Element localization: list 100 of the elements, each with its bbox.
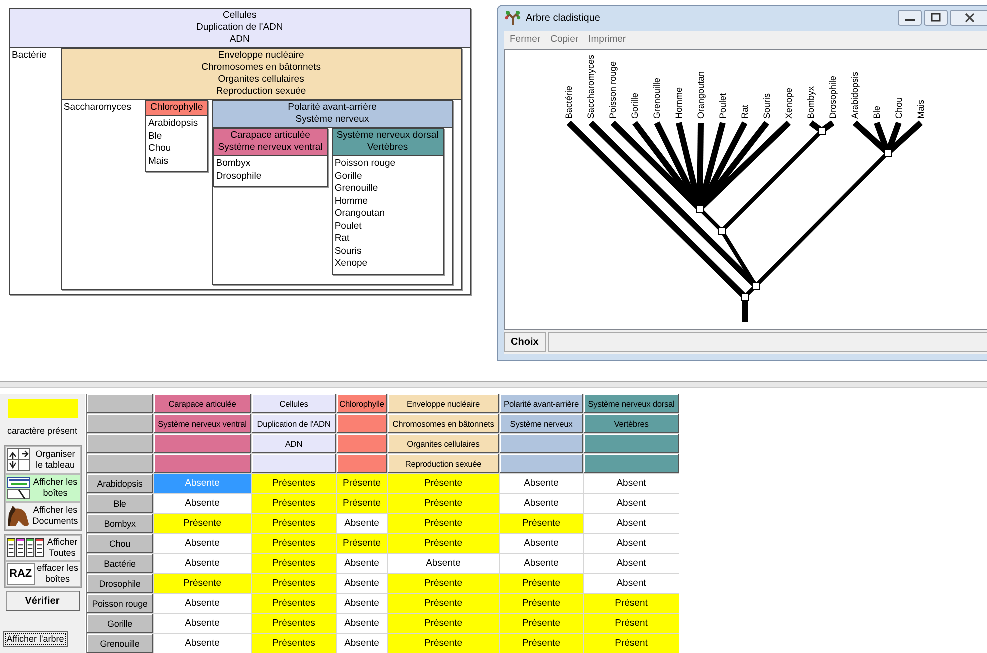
- table-cell[interactable]: Absente: [337, 514, 387, 533]
- window-title: Arbre cladistique: [526, 12, 600, 24]
- show-tree-button[interactable]: Afficher l'arbre: [2, 631, 68, 647]
- table-cell[interactable]: Présente: [500, 594, 583, 613]
- table-cell[interactable]: Absent: [584, 574, 679, 593]
- table-cell[interactable]: Absent: [584, 494, 679, 513]
- close-icon[interactable]: [950, 10, 987, 26]
- row-header[interactable]: Bactérie: [87, 554, 153, 573]
- table-cell[interactable]: Présente: [337, 474, 387, 493]
- taxon-label: Mais: [916, 100, 926, 119]
- header-cell: Chromosomes en bâtonnets: [388, 414, 499, 433]
- character-label: Enveloppe nucléaire: [217, 50, 306, 62]
- table-cell[interactable]: Absente: [337, 634, 387, 653]
- row-header[interactable]: Arabidopsis: [87, 474, 153, 493]
- row-header[interactable]: Ble: [87, 494, 153, 513]
- table-cell[interactable]: Absent: [584, 514, 679, 533]
- table-cell[interactable]: Présentes: [252, 514, 336, 533]
- table-cell[interactable]: Absente: [337, 594, 387, 613]
- verify-button[interactable]: Vérifier: [6, 591, 80, 611]
- row-header[interactable]: Bombyx: [87, 514, 153, 533]
- table-cell[interactable]: Absent: [584, 554, 679, 573]
- table-cell[interactable]: Absent: [584, 474, 679, 493]
- table-cell[interactable]: Présente: [500, 514, 583, 533]
- table-cell[interactable]: Présente: [500, 614, 583, 633]
- character-label: Cellules: [222, 10, 258, 22]
- table-cell[interactable]: Présente: [388, 594, 499, 613]
- table-cell[interactable]: Absente: [154, 554, 251, 573]
- header-cell: Vertèbres: [584, 414, 679, 433]
- taxon-label: Bactérie: [564, 86, 574, 119]
- maximize-icon[interactable]: [924, 10, 948, 26]
- table-cell[interactable]: Présente: [388, 494, 499, 513]
- table-cell[interactable]: Présente: [154, 574, 251, 593]
- tool-button[interactable]: Afficher Toutes: [4, 535, 80, 561]
- header-cell: [87, 394, 153, 413]
- table-cell[interactable]: Présentes: [252, 634, 336, 653]
- table-cell[interactable]: Présente: [388, 514, 499, 533]
- taxon-label: Drosophile: [216, 170, 263, 183]
- taxon-label: Poulet: [334, 220, 363, 233]
- row-header[interactable]: Chou: [87, 534, 153, 553]
- table-cell[interactable]: Présentes: [252, 534, 336, 553]
- table-cell[interactable]: Présente: [388, 474, 499, 493]
- row-header[interactable]: Gorille: [87, 614, 153, 633]
- taxon-label: Souris: [762, 93, 772, 119]
- table-cell[interactable]: Absente: [388, 554, 499, 573]
- row-header[interactable]: Poisson rouge: [87, 594, 153, 613]
- table-cell[interactable]: Présentes: [252, 614, 336, 633]
- header-cell: Système nerveux dorsal: [584, 394, 679, 413]
- table-cell[interactable]: Présente: [500, 634, 583, 653]
- table-cell[interactable]: Présentes: [252, 574, 336, 593]
- taxon-label: Poisson rouge: [608, 61, 618, 119]
- taxon-label: Gorille: [630, 92, 640, 119]
- table-cell[interactable]: Absente: [154, 614, 251, 633]
- taxon-label: Rat: [740, 104, 750, 119]
- table-cell[interactable]: Présente: [388, 534, 499, 553]
- table-cell[interactable]: Absente: [500, 534, 583, 553]
- table-cell[interactable]: Absente: [500, 554, 583, 573]
- header-cell: [87, 454, 153, 473]
- table-cell[interactable]: Absent: [584, 534, 679, 553]
- choice-button[interactable]: Choix: [504, 332, 546, 352]
- taxon-label: Grenouille: [652, 78, 662, 119]
- row-header[interactable]: Grenouille: [87, 634, 153, 653]
- table-cell[interactable]: Présent: [584, 614, 679, 633]
- table-cell[interactable]: Présente: [154, 514, 251, 533]
- grid-arrows-icon: [6, 448, 30, 472]
- table-cell[interactable]: Absente: [154, 534, 251, 553]
- tool-button[interactable]: Organiser le tableau: [4, 446, 80, 474]
- table-cell[interactable]: Absente: [500, 474, 583, 493]
- tool-button[interactable]: Afficher les boîtes: [4, 474, 80, 502]
- table-cell[interactable]: Présentes: [252, 554, 336, 573]
- table-cell[interactable]: Présentes: [252, 494, 336, 513]
- table-cell[interactable]: Absente: [154, 494, 251, 513]
- taxon-label: Poisson rouge: [334, 158, 397, 170]
- table-cell[interactable]: Présente: [337, 494, 387, 513]
- table-cell[interactable]: Présentes: [252, 474, 336, 493]
- table-cell[interactable]: Absente: [337, 614, 387, 633]
- table-cell[interactable]: Présente: [500, 574, 583, 593]
- table-cell[interactable]: Présent: [584, 634, 679, 653]
- table-cell[interactable]: Présente: [388, 574, 499, 593]
- table-cell[interactable]: Présente: [388, 614, 499, 633]
- table-cell[interactable]: Présentes: [252, 594, 336, 613]
- table-cell[interactable]: Absente: [500, 494, 583, 513]
- tool-button[interactable]: Afficher les Documents: [4, 502, 80, 530]
- header-cell: Organites cellulaires: [388, 434, 499, 453]
- taxon-label: Xenope: [784, 88, 794, 119]
- row-header[interactable]: Drosophile: [87, 574, 153, 593]
- table-cell[interactable]: Absente: [154, 594, 251, 613]
- columns-icon: [6, 538, 44, 558]
- legend-swatch: [8, 399, 78, 418]
- taxon-label: Bombyx: [806, 86, 816, 119]
- table-cell[interactable]: Présente: [337, 534, 387, 553]
- header-cell: Duplication de l'ADN: [252, 414, 336, 433]
- header-cell: Enveloppe nucléaire: [388, 394, 499, 413]
- table-cell[interactable]: Présente: [388, 634, 499, 653]
- table-cell[interactable]: Présent: [584, 594, 679, 613]
- table-cell[interactable]: Absente: [154, 634, 251, 653]
- minimize-icon[interactable]: [898, 10, 922, 26]
- character-label: Organites cellulaires: [217, 74, 306, 86]
- table-cell[interactable]: Absente: [337, 554, 387, 573]
- table-cell[interactable]: Absente: [337, 574, 387, 593]
- taxon-label: Rat: [334, 233, 351, 246]
